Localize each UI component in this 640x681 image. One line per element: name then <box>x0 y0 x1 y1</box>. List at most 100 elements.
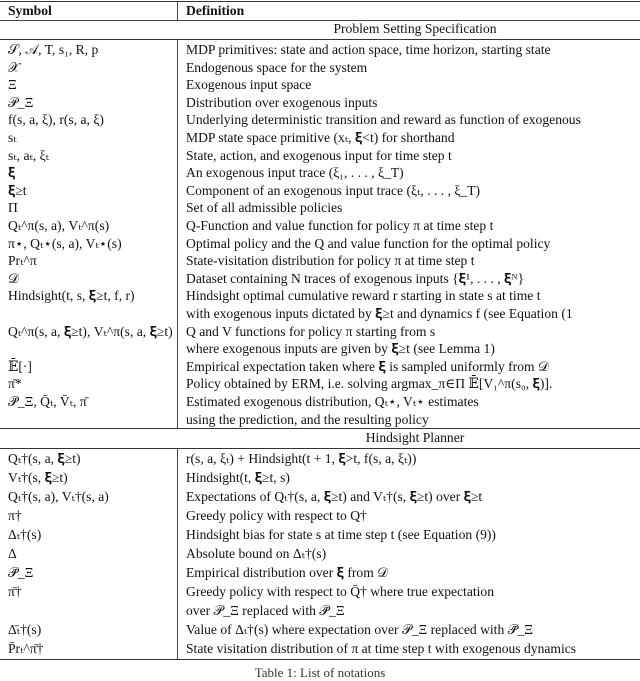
table-row: Δ̄ₜ†(s) Value of Δₜ†(s) where expectation… <box>0 620 640 639</box>
symbol-cell: Qₜ†(s, a, 𝛏≥t) <box>8 451 81 466</box>
table-row: 𝒳 Endogenous space for the system <box>0 58 640 77</box>
definition-cell: Greedy policy with respect to Q̄† where … <box>186 584 495 599</box>
symbol-cell: Π <box>8 200 18 216</box>
definition-cell: Empirical expectation taken where 𝛏 is s… <box>186 358 549 374</box>
table-row: Qₜ†(s, a, 𝛏≥t) r(s, a, ξₜ) + Hindsight(t … <box>0 449 640 468</box>
table-caption: Table 1: List of notations <box>254 665 386 680</box>
bottom-rule <box>0 659 640 660</box>
definition-cell: Underlying deterministic transition and … <box>186 112 581 128</box>
table-row: Ξ Exogenous input space <box>0 75 640 94</box>
definition-cell: State, action, and exogenous input for t… <box>186 147 452 163</box>
table-row: Vₜ†(s, 𝛏≥t) Hindsight(t, 𝛏≥t, s) <box>0 468 640 487</box>
symbol-cell: Qₜ†(s, a), Vₜ†(s, a) <box>8 489 109 504</box>
definition-cell: Q-Function and value function for policy… <box>186 218 494 233</box>
definition-cell: An exogenous input trace (ξ₁, . . . , ξ_… <box>186 165 404 181</box>
symbol-cell: 𝒫̄_Ξ <box>8 565 34 580</box>
definition-cell: State-visitation distribution for policy… <box>186 253 475 269</box>
table-row: π̄† Greedy policy with respect to Q̄† whe… <box>0 582 640 601</box>
definition-cell: Optimal policy and the Q and value funct… <box>186 235 551 251</box>
section-title-text: Hindsight Planner <box>365 430 465 445</box>
symbol-cell: 𝛏 <box>8 165 16 181</box>
definition-cell: Dataset containing N traces of exogenous… <box>186 270 525 286</box>
section-title-problem-setting: Problem Setting Specification <box>0 19 640 38</box>
table-row: 𝒫̄_Ξ, Q̄ₜ, V̄ₜ, π̄ Estimated exogenous di… <box>0 392 640 411</box>
table-row: Qₜ^π(s, a), Vₜ^π(s) Q-Function and value … <box>0 216 640 235</box>
definition-cell: Endogenous space for the system <box>186 59 368 75</box>
table-row: Prₜ^π State-visitation distribution for p… <box>0 251 640 270</box>
definition-cell: Value of Δₜ†(s) where expectation over 𝒫… <box>186 622 533 637</box>
table-row: 𝔼̄[·] Empirical expectation taken where 𝛏… <box>0 357 640 376</box>
table-row: Qₜ†(s, a), Vₜ†(s, a) Expectations of Qₜ†(… <box>0 487 640 506</box>
table-row: Qₜ^π(s, a, 𝛏≥t), Vₜ^π(s, a, 𝛏≥t) Q and V … <box>0 322 640 341</box>
definition-cell: MDP primitives: state and action space, … <box>186 42 551 57</box>
definition-cell: Greedy policy with respect to Q† <box>186 508 367 523</box>
definition-cell: Q and V functions for policy π starting … <box>186 323 436 339</box>
table-row: over 𝒫_Ξ replaced with 𝒫̄_Ξ <box>0 601 640 620</box>
symbol-cell: 𝒳 <box>8 59 20 75</box>
definition-cell: Set of all admissible policies <box>186 200 343 216</box>
table-row: Π Set of all admissible policies <box>0 198 640 217</box>
definition-cell: Hindsight bias for state s at time step … <box>186 527 496 542</box>
table-row: π̄* Policy obtained by ERM, i.e. solving … <box>0 374 640 393</box>
definition-cell: Absolute bound on Δₜ†(s) <box>186 546 327 561</box>
symbol-cell: Δₜ†(s) <box>8 527 42 542</box>
column-divider <box>177 40 178 428</box>
symbol-cell: Qₜ^π(s, a), Vₜ^π(s) <box>8 218 110 233</box>
table-row: sₜ, aₜ, ξₜ State, action, and exogenous i… <box>0 146 640 165</box>
symbol-cell: P̄rₜ^π̄† <box>8 641 44 656</box>
table-row: 𝛏≥t Component of an exogenous input trace… <box>0 181 640 200</box>
table-row: with exogenous inputs dictated by 𝛏≥t an… <box>0 304 640 323</box>
symbol-cell: π† <box>8 508 22 523</box>
symbol-cell: Prₜ^π <box>8 253 37 269</box>
table-row: sₜ MDP state space primitive (xₜ, 𝛏<t) fo… <box>0 128 640 147</box>
table-row: 𝒟 Dataset containing N traces of exogenou… <box>0 269 640 288</box>
definition-cell: Expectations of Qₜ†(s, a, 𝛏≥t) and Vₜ†(s… <box>186 489 483 504</box>
definition-cell: where exogenous inputs are given by 𝛏≥t … <box>186 341 495 357</box>
table-row: P̄rₜ^π̄† State visitation distribution of… <box>0 639 640 658</box>
definition-cell: with exogenous inputs dictated by 𝛏≥t an… <box>186 306 573 321</box>
header-symbol: Symbol <box>8 3 52 18</box>
definition-cell: r(s, a, ξₜ) + Hindsight(t + 1, 𝛏>t, f(s,… <box>186 451 417 466</box>
definition-cell: State visitation distribution of π at ti… <box>186 641 577 656</box>
table-row: Hindsight(t, s, 𝛏≥t, f, r) Hindsight opti… <box>0 286 640 305</box>
table-row: Δₜ†(s) Hindsight bias for state s at time… <box>0 525 640 544</box>
symbol-cell: Δ <box>8 546 17 561</box>
column-divider <box>177 449 178 659</box>
definition-cell: Hindsight(t, 𝛏≥t, s) <box>186 470 290 485</box>
table-row: f(s, a, ξ), r(s, a, ξ) Underlying determi… <box>0 110 640 129</box>
symbol-cell: 𝒫_Ξ <box>8 94 34 110</box>
symbol-cell: π⋆, Qₜ⋆(s, a), Vₜ⋆(s) <box>8 235 122 251</box>
table-row: using the prediction, and the resulting … <box>0 410 640 429</box>
definition-cell: Empirical distribution over 𝛏 from 𝒟 <box>186 565 389 580</box>
definition-cell: Distribution over exogenous inputs <box>186 94 378 110</box>
definition-cell: Component of an exogenous input trace (ξ… <box>186 182 481 198</box>
table-row: 𝒫_Ξ Distribution over exogenous inputs <box>0 93 640 112</box>
symbol-cell: Qₜ^π(s, a, 𝛏≥t), Vₜ^π(s, a, 𝛏≥t) <box>8 323 173 339</box>
definition-cell: Hindsight optimal cumulative reward r st… <box>186 288 541 304</box>
symbol-cell: 𝒟 <box>8 270 19 286</box>
definition-cell: over 𝒫_Ξ replaced with 𝒫̄_Ξ <box>186 603 345 618</box>
table-row: 𝒫̄_Ξ Empirical distribution over 𝛏 from 𝒟 <box>0 563 640 582</box>
symbol-cell: π̄* <box>8 376 22 392</box>
table-row: where exogenous inputs are given by 𝛏≥t … <box>0 339 640 358</box>
definition-cell: Estimated exogenous distribution, Qₜ⋆, V… <box>186 394 479 409</box>
symbol-cell: 𝒫̄_Ξ, Q̄ₜ, V̄ₜ, π̄ <box>8 394 87 409</box>
table-row: 𝛏 An exogenous input trace (ξ₁, . . . , ξ… <box>0 163 640 182</box>
symbol-cell: π̄† <box>8 584 22 599</box>
table-row: π† Greedy policy with respect to Q† <box>0 506 640 525</box>
header-definition: Definition <box>186 3 245 18</box>
section-title-hindsight-planner: Hindsight Planner <box>0 428 640 447</box>
symbol-cell: Δ̄ₜ†(s) <box>8 622 42 637</box>
header-row: Symbol Definition <box>0 1 640 20</box>
definition-cell: MDP state space primitive (xₜ, 𝛏<t) for … <box>186 130 455 145</box>
table-row: π⋆, Qₜ⋆(s, a), Vₜ⋆(s) Optimal policy and … <box>0 234 640 253</box>
table-row: 𝒮, 𝒜, T, s₁, R, p MDP primitives: state a… <box>0 40 640 59</box>
symbol-cell: 𝒮, 𝒜, T, s₁, R, p <box>8 42 99 57</box>
section-title-text: Problem Setting Specification <box>333 21 497 36</box>
column-divider <box>177 1 178 20</box>
symbol-cell: 𝛏≥t <box>8 182 27 198</box>
symbol-cell: f(s, a, ξ), r(s, a, ξ) <box>8 112 104 128</box>
symbol-cell: Hindsight(t, s, 𝛏≥t, f, r) <box>8 288 135 304</box>
symbol-cell: sₜ, aₜ, ξₜ <box>8 147 50 163</box>
definition-cell: using the prediction, and the resulting … <box>186 411 429 427</box>
